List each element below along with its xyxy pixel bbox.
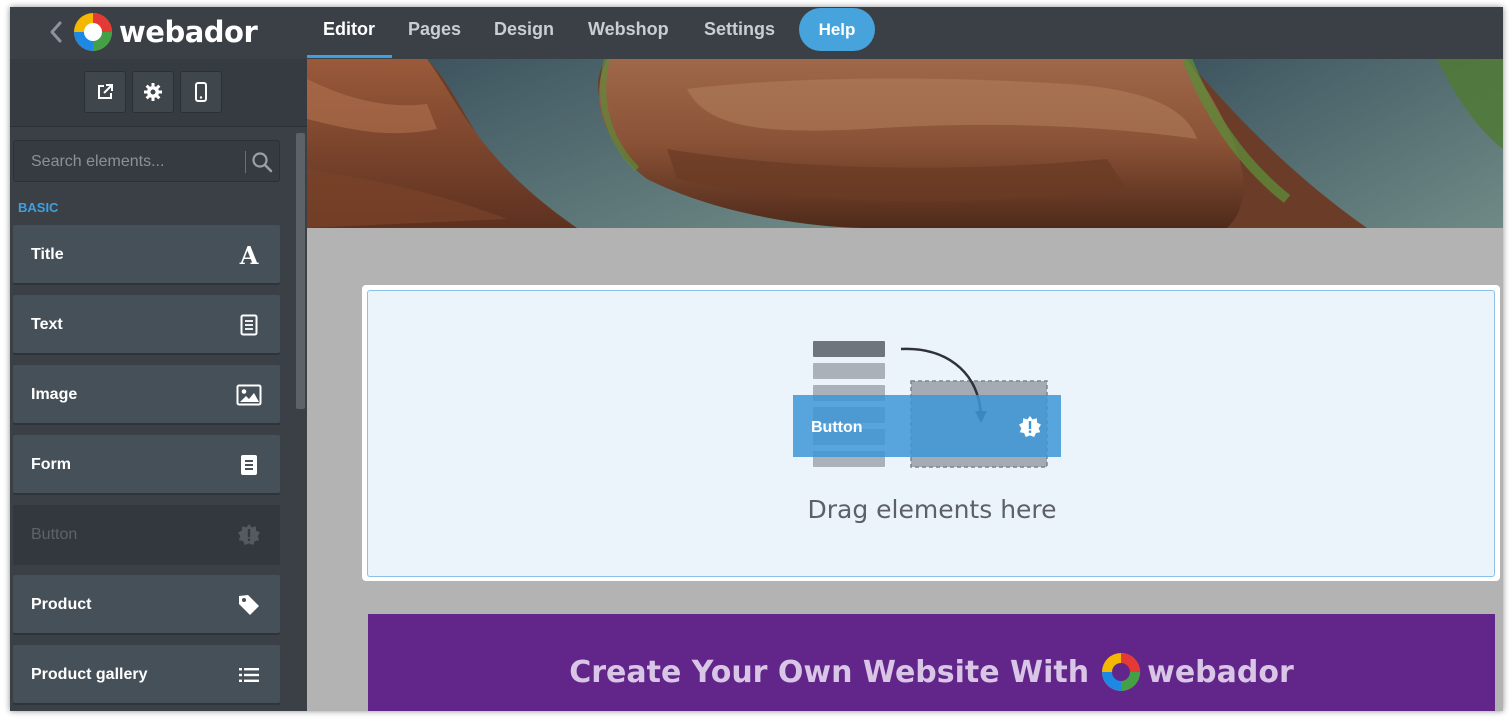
list-icon bbox=[236, 662, 262, 688]
page-canvas: Button Drag elements here Create Your Ow… bbox=[307, 59, 1503, 711]
element-product-gallery[interactable]: Product gallery bbox=[13, 645, 280, 705]
chevron-left-icon bbox=[50, 21, 62, 43]
mobile-view-button[interactable] bbox=[180, 71, 222, 113]
element-title[interactable]: Title A bbox=[13, 225, 280, 285]
element-label: Product gallery bbox=[31, 666, 148, 683]
search-elements-input[interactable]: Search elements... bbox=[13, 140, 280, 182]
drag-preview-label: Button bbox=[811, 419, 863, 436]
search-placeholder: Search elements... bbox=[31, 153, 165, 170]
webador-logo-mark-icon bbox=[1102, 653, 1141, 691]
tab-design[interactable]: Design bbox=[494, 7, 554, 59]
back-button[interactable] bbox=[46, 17, 66, 47]
svg-text:A: A bbox=[239, 243, 259, 267]
help-button[interactable]: Help bbox=[799, 8, 875, 51]
brand-name: webador bbox=[119, 15, 258, 49]
promo-content: Create Your Own Website With webador bbox=[368, 652, 1495, 692]
element-label: Form bbox=[31, 456, 71, 473]
webador-logo[interactable]: webador bbox=[73, 11, 258, 53]
element-text[interactable]: Text bbox=[13, 295, 280, 355]
drag-illustration: Button bbox=[793, 341, 1061, 468]
sidebar-scrollbar-thumb[interactable] bbox=[296, 133, 305, 409]
drop-hint-text: Drag elements here bbox=[807, 495, 1057, 524]
search-divider bbox=[245, 151, 246, 173]
promo-brand: webador bbox=[1147, 654, 1294, 690]
promo-banner[interactable]: Create Your Own Website With webador bbox=[368, 614, 1495, 711]
element-label: Product bbox=[31, 596, 92, 613]
gear-icon bbox=[144, 83, 162, 101]
element-label: Image bbox=[31, 386, 78, 403]
element-form[interactable]: Form bbox=[13, 435, 280, 495]
element-image[interactable]: Image bbox=[13, 365, 280, 425]
element-button[interactable]: Button bbox=[13, 505, 280, 565]
tab-editor[interactable]: Editor bbox=[323, 7, 375, 59]
sidebar-toolbar bbox=[10, 59, 307, 127]
element-product[interactable]: Product bbox=[13, 575, 280, 635]
header-image[interactable] bbox=[307, 59, 1503, 228]
section-label-basic: BASIC bbox=[18, 200, 59, 215]
text-document-icon bbox=[236, 312, 262, 338]
promo-text: Create Your Own Website With bbox=[569, 654, 1090, 690]
tab-settings[interactable]: Settings bbox=[704, 7, 775, 59]
form-icon bbox=[236, 452, 262, 478]
tab-pages[interactable]: Pages bbox=[408, 7, 461, 59]
tag-icon bbox=[236, 592, 262, 618]
tab-webshop[interactable]: Webshop bbox=[588, 7, 669, 59]
mobile-icon bbox=[195, 82, 207, 102]
button-badge-icon bbox=[236, 522, 262, 548]
top-navigation-bar: webador Editor Pages Design Webshop Sett… bbox=[10, 7, 1503, 59]
element-label: Button bbox=[31, 526, 78, 543]
image-icon bbox=[236, 382, 262, 408]
settings-button[interactable] bbox=[132, 71, 174, 113]
element-label: Text bbox=[31, 316, 63, 333]
preview-button[interactable] bbox=[84, 71, 126, 113]
elements-list: Search elements... BASIC Title A Text Im… bbox=[10, 127, 307, 711]
external-link-icon bbox=[98, 84, 113, 99]
element-label: Title bbox=[31, 246, 64, 263]
webador-logo-mark-icon bbox=[74, 13, 112, 51]
elements-sidebar: Search elements... BASIC Title A Text Im… bbox=[10, 59, 307, 711]
app-window: webador Editor Pages Design Webshop Sett… bbox=[10, 7, 1503, 711]
search-icon[interactable] bbox=[251, 151, 273, 173]
active-tab-indicator bbox=[307, 55, 392, 58]
title-a-icon: A bbox=[236, 242, 262, 268]
drop-zone[interactable]: Button Drag elements here bbox=[367, 290, 1495, 577]
